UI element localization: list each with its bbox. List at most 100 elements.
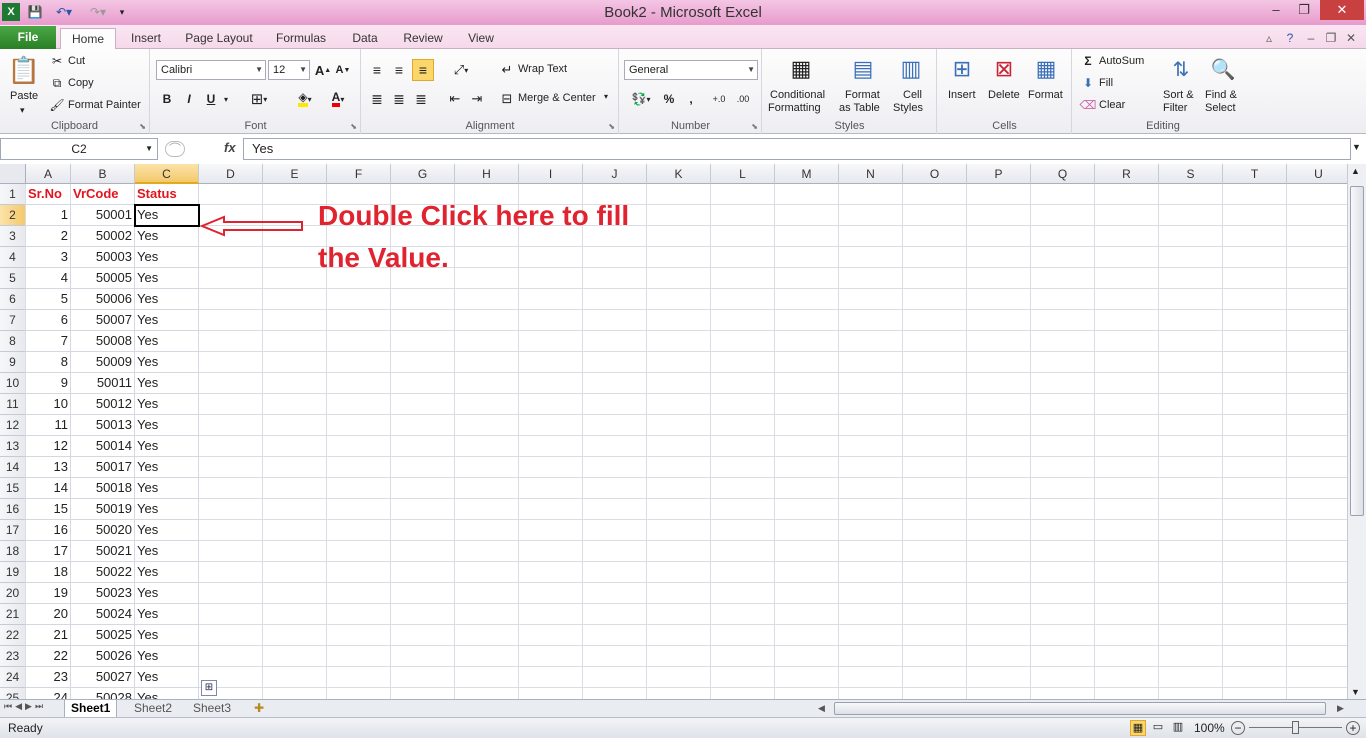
row-header[interactable]: 3 (0, 226, 26, 247)
tab-page-layout[interactable]: Page Layout (180, 28, 258, 49)
shrink-font-icon[interactable]: A ▼ (334, 61, 352, 79)
row-header[interactable]: 14 (0, 457, 26, 478)
cell[interactable]: 22 (26, 646, 71, 667)
wb-minimize-icon[interactable]: – (1304, 28, 1318, 49)
row-header[interactable]: 12 (0, 415, 26, 436)
column-header[interactable]: O (903, 164, 967, 184)
minimize-ribbon-icon[interactable]: ▵ (1262, 28, 1276, 49)
column-header[interactable]: I (519, 164, 583, 184)
row-header[interactable]: 1 (0, 184, 26, 205)
cell[interactable]: 50025 (71, 625, 135, 646)
cell[interactable]: Yes (135, 205, 199, 226)
underline-dropdown-icon[interactable]: ▾ (221, 90, 231, 108)
column-header[interactable]: F (327, 164, 391, 184)
cell[interactable]: Yes (135, 457, 199, 478)
wrap-text-icon[interactable]: ↵ (498, 61, 516, 79)
borders-icon[interactable]: ⊞ ▾ (247, 90, 271, 108)
paste-button[interactable]: Paste (10, 90, 38, 102)
row-header[interactable]: 24 (0, 667, 26, 688)
clear-icon[interactable]: ⌫ (1080, 98, 1097, 112)
column-header[interactable]: R (1095, 164, 1159, 184)
help-icon[interactable]: ? (1282, 28, 1298, 49)
increase-indent-icon[interactable]: ⇥ (468, 90, 486, 108)
cell[interactable]: Yes (135, 310, 199, 331)
align-middle-icon[interactable]: ≡ (390, 61, 408, 79)
row-header[interactable]: 7 (0, 310, 26, 331)
cell[interactable]: 16 (26, 520, 71, 541)
cell[interactable]: 50014 (71, 436, 135, 457)
column-header[interactable]: M (775, 164, 839, 184)
cell[interactable]: 50019 (71, 499, 135, 520)
cell[interactable]: 50018 (71, 478, 135, 499)
cell[interactable]: Yes (135, 520, 199, 541)
column-header[interactable]: S (1159, 164, 1223, 184)
column-header[interactable]: A (26, 164, 71, 184)
cell-styles-icon[interactable]: ▥ (895, 53, 927, 85)
cell[interactable]: 7 (26, 331, 71, 352)
row-header[interactable]: 11 (0, 394, 26, 415)
select-all-button[interactable] (0, 164, 26, 184)
fill-color-icon[interactable]: ◈ ▾ (291, 90, 319, 108)
cell[interactable]: 14 (26, 478, 71, 499)
column-header[interactable]: P (967, 164, 1031, 184)
italic-button[interactable]: I (181, 90, 197, 108)
wb-restore-icon[interactable]: ❐ (1324, 28, 1338, 49)
cell[interactable]: 12 (26, 436, 71, 457)
cell[interactable]: 10 (26, 394, 71, 415)
formula-expand-icon[interactable]: ⌒ (165, 141, 185, 157)
row-header[interactable]: 6 (0, 289, 26, 310)
row-header[interactable]: 25 (0, 688, 26, 699)
cell[interactable]: 50009 (71, 352, 135, 373)
cell[interactable]: 20 (26, 604, 71, 625)
sort-filter-label2[interactable]: Filter (1163, 102, 1187, 114)
column-header[interactable]: U (1287, 164, 1347, 184)
autosum-button[interactable]: AutoSum (1099, 55, 1144, 67)
cell[interactable]: 13 (26, 457, 71, 478)
find-select-label2[interactable]: Select (1205, 102, 1236, 114)
tab-file[interactable]: File (0, 26, 56, 49)
currency-icon[interactable]: 💱 ▾ (626, 90, 656, 108)
scroll-down-icon[interactable]: ▼ (1351, 687, 1360, 697)
align-left-icon[interactable]: ≣ (368, 90, 386, 108)
cell[interactable]: Yes (135, 478, 199, 499)
column-header[interactable]: T (1223, 164, 1287, 184)
cell[interactable]: Yes (135, 415, 199, 436)
cell[interactable]: 50001 (71, 205, 135, 226)
cell[interactable]: 5 (26, 289, 71, 310)
cell[interactable]: 50026 (71, 646, 135, 667)
cell[interactable]: Yes (135, 583, 199, 604)
tab-data[interactable]: Data (345, 28, 385, 49)
cell[interactable]: 50006 (71, 289, 135, 310)
align-bottom-icon[interactable]: ≡ (412, 59, 434, 81)
insert-button[interactable]: Insert (948, 89, 976, 101)
insert-sheet-icon[interactable]: ✚ (248, 700, 270, 718)
row-header[interactable]: 16 (0, 499, 26, 520)
cut-button[interactable]: Cut (68, 55, 85, 67)
orientation-icon[interactable]: ⤢ ▾ (448, 61, 474, 79)
cell[interactable]: 50024 (71, 604, 135, 625)
row-header[interactable]: 2 (0, 205, 26, 226)
font-color-icon[interactable]: A ▾ (324, 90, 352, 108)
row-header[interactable]: 18 (0, 541, 26, 562)
row-header[interactable]: 4 (0, 247, 26, 268)
cell[interactable]: Yes (135, 331, 199, 352)
cell[interactable]: 50002 (71, 226, 135, 247)
column-header[interactable]: N (839, 164, 903, 184)
merge-center-icon[interactable]: ⊟ (498, 90, 516, 108)
cell[interactable]: Status (135, 184, 199, 205)
cell[interactable]: Yes (135, 352, 199, 373)
cell[interactable]: Yes (135, 562, 199, 583)
column-header[interactable]: L (711, 164, 775, 184)
clipboard-launcher-icon[interactable]: ⬊ (139, 122, 146, 131)
fill-button[interactable]: Fill (1099, 77, 1113, 89)
format-as-table-icon[interactable]: ▤ (847, 53, 879, 85)
increase-decimal-icon[interactable]: +.0 (708, 90, 730, 108)
paste-icon[interactable]: 📋 (8, 53, 40, 87)
row-header[interactable]: 5 (0, 268, 26, 289)
row-header[interactable]: 19 (0, 562, 26, 583)
row-header[interactable]: 22 (0, 625, 26, 646)
cut-icon[interactable]: ✂ (50, 54, 64, 68)
restore-button[interactable]: ❐ (1290, 0, 1318, 20)
tab-review[interactable]: Review (398, 28, 448, 49)
grow-font-icon[interactable]: A ▲ (314, 61, 332, 79)
